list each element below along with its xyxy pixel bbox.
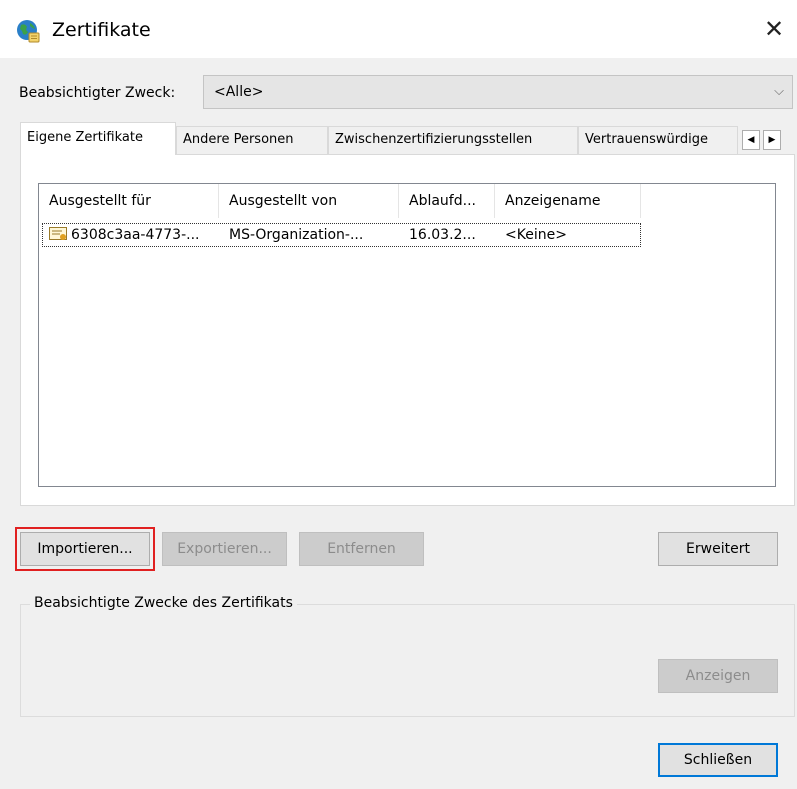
- certificate-globe-icon: [17, 20, 40, 43]
- column-header-expiration[interactable]: Ablaufd...: [399, 184, 495, 218]
- title-bar: Zertifikate ✕: [0, 0, 797, 58]
- column-header-issued-to[interactable]: Ausgestellt für: [39, 184, 219, 218]
- tab-other-people[interactable]: Andere Personen: [176, 126, 328, 154]
- view-button[interactable]: Anzeigen: [658, 659, 778, 693]
- tab-scroll-left-icon[interactable]: ◀: [742, 130, 760, 150]
- cell-expiration: 16.03.2...: [409, 227, 476, 243]
- cell-issued-by: MS-Organization-...: [229, 227, 364, 243]
- column-header-issued-by[interactable]: Ausgestellt von: [219, 184, 399, 218]
- table-row[interactable]: 6308c3aa-4773-... MS-Organization-... 16…: [42, 223, 641, 247]
- close-button[interactable]: Schließen: [658, 743, 778, 777]
- purposes-group-label: Beabsichtigte Zwecke des Zertifikats: [30, 594, 297, 612]
- cell-friendly-name: <Keine>: [505, 227, 567, 243]
- export-button[interactable]: Exportieren...: [162, 532, 287, 566]
- chevron-down-icon: ⌵: [774, 84, 784, 99]
- certificate-icon: [49, 227, 67, 240]
- column-header-friendly-name[interactable]: Anzeigename: [495, 184, 641, 218]
- tab-intermediate-cas[interactable]: Zwischenzertifizierungsstellen: [328, 126, 578, 154]
- window-title: Zertifikate: [52, 19, 151, 41]
- tab-scroll-right-icon[interactable]: ▶: [763, 130, 781, 150]
- remove-button[interactable]: Entfernen: [299, 532, 424, 566]
- advanced-button[interactable]: Erweitert: [658, 532, 778, 566]
- purpose-label: Beabsichtigter Zweck:: [19, 85, 176, 101]
- tab-trusted[interactable]: Vertrauenswürdige: [578, 126, 738, 154]
- close-icon[interactable]: ✕: [760, 15, 788, 43]
- tab-own-certificates[interactable]: Eigene Zertifikate: [20, 122, 176, 155]
- import-button[interactable]: Importieren...: [15, 527, 155, 571]
- purpose-selected-value: <Alle>: [214, 84, 264, 100]
- purpose-dropdown[interactable]: <Alle> ⌵: [203, 75, 793, 109]
- certificate-list[interactable]: Ausgestellt für Ausgestellt von Ablaufd.…: [38, 183, 776, 487]
- cell-issued-to: 6308c3aa-4773-...: [71, 227, 200, 243]
